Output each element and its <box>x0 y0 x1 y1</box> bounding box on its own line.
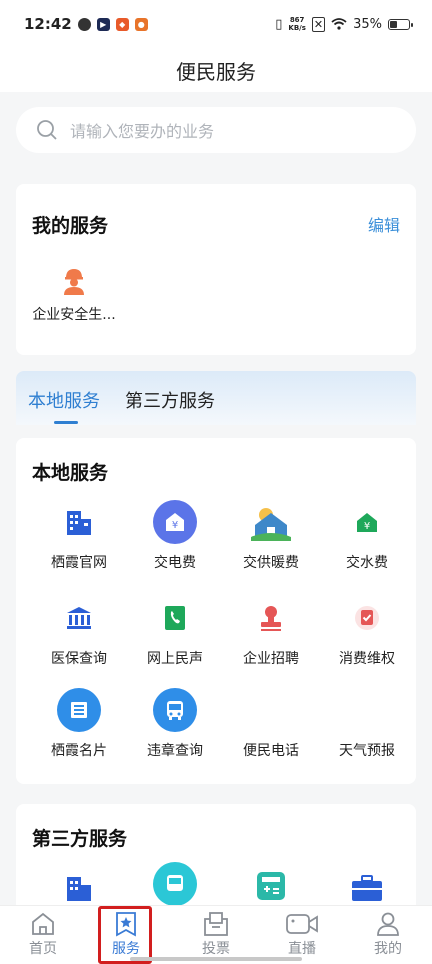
tab-local-services[interactable]: 本地服务 <box>28 387 100 413</box>
building-icon <box>57 866 101 910</box>
service-label: 天气预报 <box>339 743 395 759</box>
service-label: 医保查询 <box>51 651 107 667</box>
yuan-icon: ¥ <box>153 500 197 544</box>
nav-mine[interactable]: 我的 <box>358 910 418 958</box>
network-speed-unit: KB/s <box>288 24 306 32</box>
nav-vote[interactable]: 投票 <box>186 910 246 958</box>
local-services-card: 本地服务 栖霞官网 ¥ 交电费 交供暖费 ¥ 交水费 医保查询 网上民声 企业招… <box>16 438 416 784</box>
service-item[interactable]: 企业招聘 <box>223 596 319 668</box>
vibrate-icon: ▯ <box>275 16 283 32</box>
svg-text:¥: ¥ <box>172 520 178 531</box>
service-label: 网上民声 <box>147 651 203 667</box>
service-item[interactable]: 天气预报 <box>319 688 415 760</box>
service-label: 栖霞名片 <box>51 743 107 759</box>
service-item[interactable]: ¥ 交电费 <box>127 500 223 572</box>
search-bar[interactable]: 请输入您要办的业务 <box>16 107 416 153</box>
service-label: 栖霞官网 <box>51 555 107 571</box>
search-placeholder[interactable]: 请输入您要办的业务 <box>70 118 214 142</box>
service-item[interactable]: 栖霞官网 <box>31 500 127 572</box>
home-indicator <box>130 957 302 961</box>
service-placeholder <box>345 688 389 732</box>
video-camera-icon <box>272 910 332 938</box>
status-left: 12:42 ▶ ◆ ● <box>24 15 148 33</box>
nav-home[interactable]: 首页 <box>13 910 73 958</box>
water-fee-icon: ¥ <box>345 500 389 544</box>
service-label: 企业招聘 <box>243 651 299 667</box>
nav-label: 首页 <box>29 941 57 957</box>
news-app-icon: ◆ <box>115 17 129 31</box>
service-placeholder <box>249 688 293 732</box>
local-services-title: 本地服务 <box>32 462 109 484</box>
service-label: 消费维权 <box>339 651 395 667</box>
service-item[interactable]: 违章查询 <box>127 688 223 760</box>
my-services-title: 我的服务 <box>32 215 109 237</box>
worker-icon <box>59 266 89 296</box>
phone-book-icon <box>153 596 197 640</box>
stamp-icon <box>249 596 293 640</box>
service-label: 交电费 <box>154 555 196 571</box>
service-item[interactable]: 网上民声 <box>127 596 223 668</box>
status-bar: 12:42 ▶ ◆ ● ▯ 867 KB/s ✕ 35% <box>0 0 432 48</box>
shield-check-icon <box>345 596 389 640</box>
nav-label: 直播 <box>288 941 316 957</box>
house-heating-icon <box>249 500 293 544</box>
service-item[interactable]: 交供暖费 <box>223 500 319 572</box>
service-label: 交水费 <box>346 555 388 571</box>
vote-box-icon <box>186 910 246 938</box>
page-title: 便民服务 <box>0 48 432 92</box>
service-item[interactable]: 便民电话 <box>223 688 319 760</box>
video-app-icon: ▶ <box>96 17 110 31</box>
service-label: 企业安全生... <box>32 307 116 323</box>
nav-label: 我的 <box>374 941 402 957</box>
sim-icon: ✕ <box>311 16 326 32</box>
building-icon <box>57 500 101 544</box>
bottom-nav: 首页 服务 投票 直播 我的 <box>0 905 432 964</box>
battery-percent: 35% <box>353 16 382 32</box>
service-item[interactable]: 消费维权 <box>319 596 415 668</box>
calculator-icon <box>249 864 293 908</box>
service-item[interactable]: 医保查询 <box>31 596 127 668</box>
app-notification-icon <box>77 17 91 31</box>
service-item[interactable]: 企业安全生... <box>26 266 122 324</box>
home-icon <box>13 910 73 938</box>
card-icon <box>57 688 101 732</box>
bus-icon <box>153 862 197 906</box>
shopping-app-icon: ● <box>134 17 148 31</box>
service-item[interactable]: ¥ 交水费 <box>319 500 415 572</box>
selection-highlight-box <box>98 906 152 964</box>
bank-icon <box>57 596 101 640</box>
tab-indicator <box>54 421 78 424</box>
third-party-services-title: 第三方服务 <box>32 828 128 850</box>
nav-label: 投票 <box>202 941 230 957</box>
service-tabs: 本地服务 第三方服务 <box>16 371 416 425</box>
service-label: 便民电话 <box>243 743 299 759</box>
status-time: 12:42 <box>24 15 72 33</box>
wifi-icon <box>331 18 347 30</box>
user-icon <box>358 910 418 938</box>
network-speed: 867 KB/s <box>288 16 305 32</box>
my-services-card: 我的服务 编辑 企业安全生... <box>16 184 416 355</box>
search-icon <box>37 120 57 140</box>
edit-button[interactable]: 编辑 <box>368 212 400 236</box>
service-label: 违章查询 <box>147 743 203 759</box>
tab-third-party-services[interactable]: 第三方服务 <box>125 387 215 413</box>
svg-text:¥: ¥ <box>364 521 370 532</box>
nav-live[interactable]: 直播 <box>272 910 332 958</box>
status-right: ▯ 867 KB/s ✕ 35% <box>275 16 413 32</box>
bus-icon <box>153 688 197 732</box>
briefcase-icon <box>345 866 389 910</box>
battery-icon <box>388 18 413 30</box>
service-label: 交供暖费 <box>243 555 299 571</box>
network-speed-value: 867 <box>289 16 305 24</box>
service-item[interactable]: 栖霞名片 <box>31 688 127 760</box>
